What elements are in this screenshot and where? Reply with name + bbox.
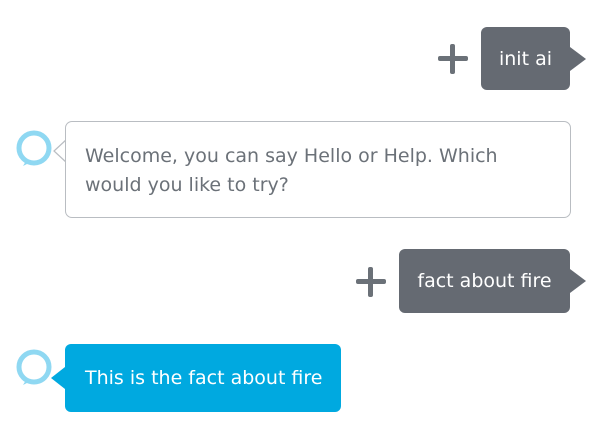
user-message-text: fact about fire [417,270,552,292]
plus-icon[interactable] [438,44,468,74]
alexa-ring-icon [16,349,52,385]
user-message-bubble: fact about fire [399,249,586,313]
plus-icon[interactable] [356,267,386,297]
user-message-bubble: init ai [481,27,586,90]
alexa-message-text: Welcome, you can say Hello or Help. Whic… [85,145,498,196]
alexa-message-bubble: This is the fact about fire [51,344,341,412]
user-message-text: init ai [498,47,552,70]
alexa-message-bubble: Welcome, you can say Hello or Help. Whic… [65,121,571,218]
conversation-panel: init ai Welcome, you can say Hello or He… [0,0,591,431]
alexa-ring-icon [16,130,52,166]
alexa-message-text: This is the fact about fire [85,367,323,389]
